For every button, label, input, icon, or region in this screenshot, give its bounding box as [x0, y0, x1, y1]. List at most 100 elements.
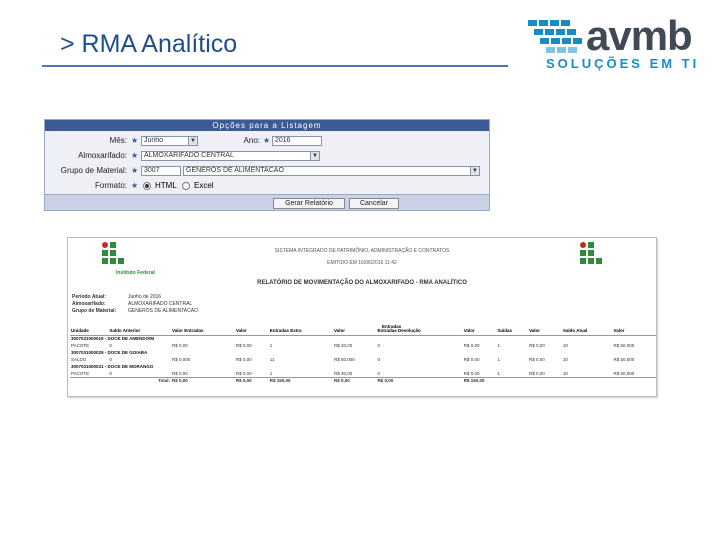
mes-value: Junho: [144, 137, 164, 144]
table-cell: R$ 0,00: [463, 343, 480, 348]
grupo-code-input[interactable]: 3007: [141, 166, 181, 176]
required-icon: ★: [131, 136, 139, 145]
table-cell: R$ 30,00: [334, 370, 353, 376]
col-header: Entradas Extra: [268, 326, 334, 336]
html-radio[interactable]: [143, 182, 151, 190]
table-cell: R$ 0,00: [172, 343, 188, 348]
table-cell: 11: [269, 357, 275, 362]
table-cell: R$ 0,00: [463, 357, 480, 362]
logo-tagline: SOLUÇÕES EM TI: [546, 56, 700, 71]
col-header: Unidade: [70, 326, 109, 336]
ano-value: 2016: [275, 137, 291, 144]
grupo-select[interactable]: GENEROS DE ALIMENTACAO ▼: [183, 166, 480, 176]
table-cell: R$ 0,00: [529, 357, 545, 362]
grupo-code-value: 3007: [144, 167, 160, 174]
title-divider: [42, 65, 508, 67]
row-almoxarifado: Almoxarifado: ★ ALMOXARIFADO CENTRAL ▼: [45, 151, 491, 163]
chevron-down-icon: ▼: [310, 152, 319, 160]
slide-title: > RMA Analítico: [60, 30, 238, 58]
report-emitted: EMITIDO EM 16/06/2016 11:42: [327, 260, 397, 266]
table-cell: R$ 0,000: [172, 357, 191, 362]
grupo-label: Grupo de Material:: [60, 166, 127, 175]
generate-report-button[interactable]: Gerar Relatório: [273, 198, 345, 209]
col-header: Entradas Devolução: [376, 326, 463, 336]
html-radio-label: HTML: [155, 181, 177, 190]
table-cell: 10: [562, 357, 568, 362]
col-header: Valor: [333, 326, 377, 336]
formato-label: Formato:: [94, 181, 127, 190]
col-header: Valor: [612, 326, 656, 336]
total-value: R$ 150,00: [462, 376, 656, 384]
total-row: Total: R$ 0,00 R$ 0,00 R$ 150,00 R$ 0,00 R$ 0…: [70, 376, 656, 384]
col-header: Valor Entradas: [171, 326, 235, 336]
listing-options-form: Opções para a Listagem Mês: ★ Junho ▼ An…: [44, 119, 490, 211]
table-cell: PACOTE: [71, 370, 90, 376]
row-mes-ano: Mês: ★ Junho ▼ Ano: ★ 2016: [45, 136, 491, 148]
form-footer: Gerar Relatório Cancelar: [45, 194, 489, 210]
row-grupo: Grupo de Material: ★ 3007 GENEROS DE ALI…: [45, 166, 491, 178]
table-cell: 10: [562, 343, 568, 348]
logo-grid-icon: [528, 20, 582, 53]
required-icon: ★: [131, 151, 139, 160]
col-header: Valor: [234, 326, 269, 336]
col-header: Valor: [528, 326, 562, 336]
almox-label: Almoxarifado:: [72, 301, 106, 307]
table-cell: R$ 20,00: [334, 343, 353, 348]
table-cell: R$ 50,000: [613, 370, 635, 376]
table-cell: R$ 0,00: [529, 343, 545, 348]
avmb-logo: avmb SOLUÇÕES EM TI: [528, 12, 708, 72]
item-group-row: 3007031000019 - DOCE DE AMENDOIM: [70, 335, 656, 342]
table-cell: 1: [269, 343, 273, 348]
total-value: R$ 0,00: [376, 376, 463, 384]
total-label: Total:: [70, 376, 171, 384]
table-cell: R$ 50,000: [334, 357, 355, 362]
item-group-row: 3007031000031 - DOCE DE MORANGO: [70, 363, 656, 370]
required-icon: ★: [131, 166, 139, 175]
ano-label: Ano:: [243, 136, 260, 145]
table-cell: 0: [109, 370, 112, 376]
col-header: Saídas: [496, 326, 528, 336]
col-header: Saldo Atual: [561, 326, 613, 336]
table-cell: R$ 0,00: [529, 370, 545, 376]
grupo-value: GENEROS DE ALIMENTACAO: [186, 167, 284, 174]
ano-input[interactable]: 2016: [272, 136, 322, 146]
table-row: PACOTE 0 R$ 0,00 R$ 0,00 1 R$ 30,00 0 R$ 0,00 1 R…: [70, 370, 656, 377]
table-row: SALDO 0 R$ 0,000 R$ 0,00 11 R$ 50,000 0 R$ 0,00…: [70, 356, 656, 363]
table-header-row: Unidade Saldo Anterior Valor Entradas Va…: [70, 326, 656, 336]
meta-almoxarifado: Almoxarifado: ALMOXARIFADO CENTRAL: [72, 301, 192, 307]
table-cell: 1: [269, 370, 273, 376]
table-cell: R$ 0,00: [463, 370, 480, 376]
table-cell: 0: [109, 343, 112, 348]
total-value: R$ 0,00: [171, 376, 235, 384]
periodo-value: Junho de 2016: [128, 294, 162, 300]
table-cell: R$ 0,00: [235, 370, 252, 376]
col-header: Valor: [462, 326, 497, 336]
rma-table: Unidade Saldo Anterior Valor Entradas Va…: [70, 326, 656, 384]
item-group-label: 3007031000019 - DOCE DE AMENDOIM: [71, 336, 155, 342]
grupo-meta-value: GENEROS DE ALIMENTACAO: [128, 308, 198, 314]
report-system-name: SISTEMA INTEGRADO DE PATRIMÔNIO, ADMINIS…: [274, 248, 450, 254]
item-group-label: 3007031000029 - DOCE DE GOIABA: [71, 350, 148, 355]
table-cell: 0: [377, 343, 380, 348]
col-header: Saldo Anterior: [108, 326, 171, 336]
table-cell: R$ 50,000: [613, 343, 635, 348]
table-cell: R$ 0,00: [235, 343, 252, 348]
item-group-label: 3007031000031 - DOCE DE MORANGO: [71, 364, 154, 369]
excel-radio-label: Excel: [194, 181, 214, 190]
table-body: 3007031000019 - DOCE DE AMENDOIM PACOTE 0 R…: [70, 335, 656, 384]
meta-grupo: Grupo de Material: GENEROS DE ALIMENTACAO: [72, 308, 198, 314]
periodo-label: Período Atual:: [72, 294, 106, 300]
table-row: PACOTE 0 R$ 0,00 R$ 0,00 1 R$ 20,00 0 R$ 0,00 1 R…: [70, 342, 656, 349]
required-icon: ★: [263, 136, 271, 145]
almoxarifado-select[interactable]: ALMOXARIFADO CENTRAL ▼: [141, 151, 320, 161]
form-caption: Opções para a Listagem: [45, 120, 489, 131]
almoxarifado-label: Almoxarifado:: [78, 151, 127, 160]
table-cell: 10: [562, 370, 568, 376]
cancel-button[interactable]: Cancelar: [349, 198, 399, 209]
logo-wordmark: avmb: [586, 12, 693, 59]
meta-periodo: Período Atual: Junho de 2016: [72, 294, 161, 300]
excel-radio[interactable]: [182, 182, 190, 190]
mes-label: Mês:: [109, 136, 127, 145]
table-cell: 0: [377, 357, 380, 362]
almoxarifado-value: ALMOXARIFADO CENTRAL: [144, 152, 234, 159]
